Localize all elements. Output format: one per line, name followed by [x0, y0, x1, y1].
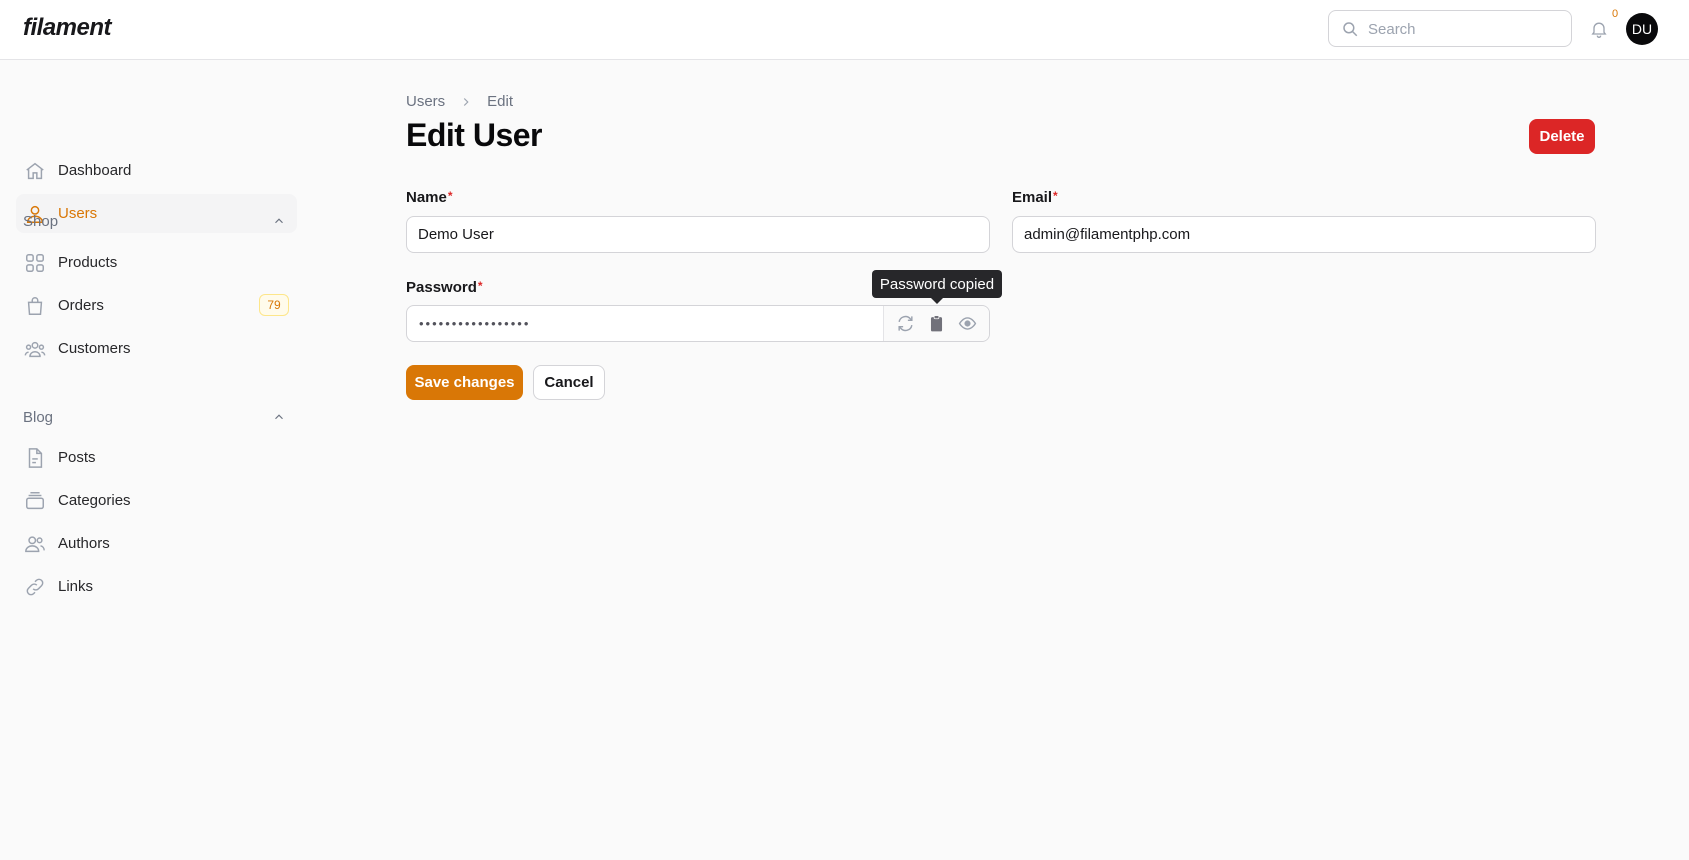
users-icon — [25, 536, 45, 553]
sidebar-item-authors[interactable]: Authors — [16, 524, 297, 563]
clipboard-icon[interactable] — [927, 314, 946, 333]
top-bar: filament Search 0 DU — [0, 0, 1689, 60]
sidebar: Dashboard Users Shop Products Orders 79 … — [0, 60, 300, 860]
chevron-up-icon[interactable] — [272, 410, 286, 424]
bell-icon[interactable] — [1589, 18, 1609, 40]
required-mark: * — [477, 279, 483, 293]
folder-icon — [26, 492, 44, 510]
email-label: Email* — [1012, 189, 1058, 206]
sidebar-group-label: Shop — [23, 213, 59, 230]
email-field[interactable] — [1012, 216, 1596, 253]
sidebar-item-customers[interactable]: Customers — [16, 329, 297, 368]
password-field[interactable]: ••••••••••••••••• — [406, 305, 990, 342]
password-label-text: Password — [406, 279, 477, 296]
sidebar-item-label: Authors — [58, 535, 110, 552]
sidebar-group-blog[interactable]: Blog — [23, 407, 293, 429]
sidebar-item-orders[interactable]: Orders 79 — [16, 286, 297, 325]
password-label: Password* — [406, 279, 483, 296]
breadcrumb-users[interactable]: Users — [406, 93, 445, 110]
sidebar-item-label: Products — [58, 254, 118, 271]
sidebar-item-label: Customers — [58, 340, 131, 357]
sidebar-item-label: Dashboard — [58, 162, 132, 179]
name-label: Name* — [406, 189, 453, 206]
sidebar-item-label: Posts — [58, 449, 96, 466]
link-icon — [26, 578, 44, 596]
orders-count-badge: 79 — [259, 294, 289, 316]
user-group-icon — [24, 341, 46, 358]
copied-tooltip: Password copied — [872, 270, 1002, 304]
name-label-text: Name — [406, 189, 447, 206]
sidebar-item-label: Categories — [58, 492, 131, 509]
sidebar-item-posts[interactable]: Posts — [16, 438, 297, 477]
sidebar-item-label: Orders — [58, 297, 104, 314]
breadcrumb: Users Edit — [406, 93, 513, 110]
chevron-up-icon[interactable] — [272, 214, 286, 228]
sidebar-item-links[interactable]: Links — [16, 567, 297, 606]
sidebar-item-categories[interactable]: Categories — [16, 481, 297, 520]
password-value: ••••••••••••••••• — [419, 316, 531, 331]
app-logo[interactable]: filament — [23, 14, 112, 42]
sidebar-item-dashboard[interactable]: Dashboard — [16, 151, 297, 190]
avatar[interactable]: DU — [1626, 13, 1658, 45]
search-input[interactable]: Search — [1328, 10, 1572, 47]
search-icon — [1343, 22, 1358, 37]
document-icon — [28, 448, 43, 468]
breadcrumb-edit[interactable]: Edit — [487, 93, 513, 110]
eye-icon[interactable] — [958, 314, 977, 333]
grid-icon — [26, 254, 44, 272]
name-field[interactable] — [406, 216, 990, 253]
notification-count: 0 — [1612, 8, 1619, 20]
cancel-button[interactable]: Cancel — [533, 365, 605, 400]
page-title: Edit User — [406, 117, 542, 153]
required-mark: * — [1053, 189, 1058, 203]
save-button[interactable]: Save changes — [406, 365, 523, 400]
chevron-right-icon — [464, 97, 469, 106]
sidebar-group-shop[interactable]: Shop — [23, 211, 293, 233]
sidebar-item-label: Links — [58, 578, 94, 595]
email-label-text: Email — [1012, 189, 1053, 206]
regenerate-icon[interactable] — [896, 314, 915, 333]
delete-button[interactable]: Delete — [1529, 119, 1595, 154]
shopping-bag-icon — [27, 297, 43, 315]
sidebar-item-products[interactable]: Products — [16, 243, 297, 282]
sidebar-group-label: Blog — [23, 409, 54, 426]
password-actions — [883, 306, 989, 341]
required-mark: * — [447, 189, 453, 203]
home-icon — [26, 162, 44, 180]
search-placeholder: Search — [1368, 21, 1416, 38]
